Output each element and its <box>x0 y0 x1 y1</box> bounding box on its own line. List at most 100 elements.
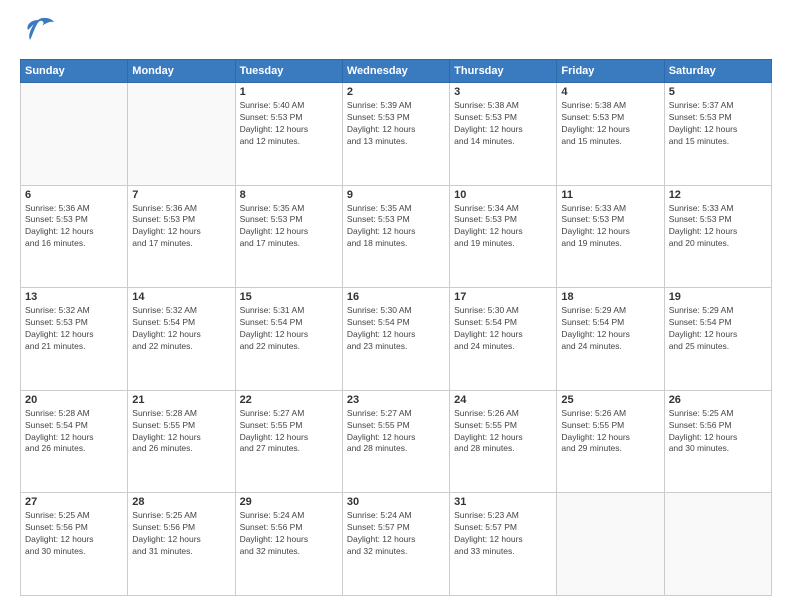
calendar-cell: 3 Sunrise: 5:38 AM Sunset: 5:53 PM Daylig… <box>450 83 557 186</box>
day-info: Sunrise: 5:25 AM Sunset: 5:56 PM Dayligh… <box>25 510 123 558</box>
calendar-cell: 15 Sunrise: 5:31 AM Sunset: 5:54 PM Dayli… <box>235 288 342 391</box>
calendar-cell: 14Sunrise: 5:32 AM Sunset: 5:54 PM Dayli… <box>128 288 235 391</box>
day-number: 8 <box>240 189 338 201</box>
day-info: Sunrise: 5:29 AM Sunset: 5:54 PM Dayligh… <box>669 305 767 353</box>
day-info: Sunrise: 5:35 AM Sunset: 5:53 PM Dayligh… <box>347 203 445 251</box>
week-row-4: 20 Sunrise: 5:28 AM Sunset: 5:54 PM Dayli… <box>21 390 772 493</box>
calendar-cell: 31 Sunrise: 5:23 AM Sunset: 5:57 PM Dayli… <box>450 493 557 596</box>
day-info: Sunrise: 5:38 AM Sunset: 5:53 PM Dayligh… <box>454 100 552 148</box>
weekday-header-row: SundayMondayTuesdayWednesdayThursdayFrid… <box>21 60 772 83</box>
calendar-cell: 16 Sunrise: 5:30 AM Sunset: 5:54 PM Dayli… <box>342 288 449 391</box>
calendar-cell: 24 Sunrise: 5:26 AM Sunset: 5:55 PM Dayli… <box>450 390 557 493</box>
calendar-cell: 13 Sunrise: 5:32 AM Sunset: 5:53 PM Dayli… <box>21 288 128 391</box>
day-info: Sunrise: 5:31 AM Sunset: 5:54 PM Dayligh… <box>240 305 338 353</box>
calendar-cell: 23 Sunrise: 5:27 AM Sunset: 5:55 PM Dayli… <box>342 390 449 493</box>
day-number: 11 <box>561 189 659 201</box>
day-number: 12 <box>669 189 767 201</box>
week-row-2: 6 Sunrise: 5:36 AM Sunset: 5:53 PM Daylig… <box>21 185 772 288</box>
page: SundayMondayTuesdayWednesdayThursdayFrid… <box>0 0 792 612</box>
logo <box>20 16 54 49</box>
weekday-header-thursday: Thursday <box>450 60 557 83</box>
day-info: Sunrise: 5:32 AM Sunset: 5:53 PM Dayligh… <box>25 305 123 353</box>
calendar-cell: 8Sunrise: 5:35 AM Sunset: 5:53 PM Daylig… <box>235 185 342 288</box>
calendar-cell: 1 Sunrise: 5:40 AM Sunset: 5:53 PM Daylig… <box>235 83 342 186</box>
day-info: Sunrise: 5:24 AM Sunset: 5:56 PM Dayligh… <box>240 510 338 558</box>
day-info: Sunrise: 5:27 AM Sunset: 5:55 PM Dayligh… <box>347 408 445 456</box>
day-number: 17 <box>454 291 552 303</box>
day-info: Sunrise: 5:24 AM Sunset: 5:57 PM Dayligh… <box>347 510 445 558</box>
day-number: 19 <box>669 291 767 303</box>
day-info: Sunrise: 5:29 AM Sunset: 5:54 PM Dayligh… <box>561 305 659 353</box>
day-info: Sunrise: 5:34 AM Sunset: 5:53 PM Dayligh… <box>454 203 552 251</box>
weekday-header-sunday: Sunday <box>21 60 128 83</box>
calendar-cell: 9 Sunrise: 5:35 AM Sunset: 5:53 PM Daylig… <box>342 185 449 288</box>
day-info: Sunrise: 5:33 AM Sunset: 5:53 PM Dayligh… <box>561 203 659 251</box>
day-number: 30 <box>347 496 445 508</box>
day-info: Sunrise: 5:25 AM Sunset: 5:56 PM Dayligh… <box>669 408 767 456</box>
day-info: Sunrise: 5:36 AM Sunset: 5:53 PM Dayligh… <box>132 203 230 251</box>
day-number: 20 <box>25 394 123 406</box>
day-info: Sunrise: 5:26 AM Sunset: 5:55 PM Dayligh… <box>561 408 659 456</box>
calendar-cell: 20 Sunrise: 5:28 AM Sunset: 5:54 PM Dayli… <box>21 390 128 493</box>
day-number: 31 <box>454 496 552 508</box>
day-info: Sunrise: 5:40 AM Sunset: 5:53 PM Dayligh… <box>240 100 338 148</box>
day-number: 9 <box>347 189 445 201</box>
calendar-cell: 6 Sunrise: 5:36 AM Sunset: 5:53 PM Daylig… <box>21 185 128 288</box>
calendar-cell <box>557 493 664 596</box>
day-number: 3 <box>454 86 552 98</box>
day-number: 4 <box>561 86 659 98</box>
day-info: Sunrise: 5:32 AM Sunset: 5:54 PM Dayligh… <box>132 305 230 353</box>
day-number: 29 <box>240 496 338 508</box>
day-number: 15 <box>240 291 338 303</box>
day-info: Sunrise: 5:26 AM Sunset: 5:55 PM Dayligh… <box>454 408 552 456</box>
day-info: Sunrise: 5:28 AM Sunset: 5:54 PM Dayligh… <box>25 408 123 456</box>
week-row-3: 13 Sunrise: 5:32 AM Sunset: 5:53 PM Dayli… <box>21 288 772 391</box>
calendar-cell: 4Sunrise: 5:38 AM Sunset: 5:53 PM Daylig… <box>557 83 664 186</box>
day-number: 26 <box>669 394 767 406</box>
calendar-cell: 29 Sunrise: 5:24 AM Sunset: 5:56 PM Dayli… <box>235 493 342 596</box>
calendar-cell: 27Sunrise: 5:25 AM Sunset: 5:56 PM Dayli… <box>21 493 128 596</box>
day-number: 22 <box>240 394 338 406</box>
calendar-cell: 2 Sunrise: 5:39 AM Sunset: 5:53 PM Daylig… <box>342 83 449 186</box>
calendar-cell: 12 Sunrise: 5:33 AM Sunset: 5:53 PM Dayli… <box>664 185 771 288</box>
day-number: 13 <box>25 291 123 303</box>
day-info: Sunrise: 5:39 AM Sunset: 5:53 PM Dayligh… <box>347 100 445 148</box>
day-info: Sunrise: 5:30 AM Sunset: 5:54 PM Dayligh… <box>454 305 552 353</box>
weekday-header-friday: Friday <box>557 60 664 83</box>
day-number: 10 <box>454 189 552 201</box>
calendar-cell: 30 Sunrise: 5:24 AM Sunset: 5:57 PM Dayli… <box>342 493 449 596</box>
calendar-cell: 28 Sunrise: 5:25 AM Sunset: 5:56 PM Dayli… <box>128 493 235 596</box>
week-row-1: 1 Sunrise: 5:40 AM Sunset: 5:53 PM Daylig… <box>21 83 772 186</box>
weekday-header-wednesday: Wednesday <box>342 60 449 83</box>
day-number: 16 <box>347 291 445 303</box>
week-row-5: 27Sunrise: 5:25 AM Sunset: 5:56 PM Dayli… <box>21 493 772 596</box>
day-number: 1 <box>240 86 338 98</box>
weekday-header-monday: Monday <box>128 60 235 83</box>
day-number: 24 <box>454 394 552 406</box>
day-number: 28 <box>132 496 230 508</box>
day-info: Sunrise: 5:36 AM Sunset: 5:53 PM Dayligh… <box>25 203 123 251</box>
calendar-cell <box>128 83 235 186</box>
day-info: Sunrise: 5:37 AM Sunset: 5:53 PM Dayligh… <box>669 100 767 148</box>
day-number: 2 <box>347 86 445 98</box>
day-number: 6 <box>25 189 123 201</box>
day-info: Sunrise: 5:25 AM Sunset: 5:56 PM Dayligh… <box>132 510 230 558</box>
logo-bird-icon <box>22 16 54 49</box>
calendar-cell: 7Sunrise: 5:36 AM Sunset: 5:53 PM Daylig… <box>128 185 235 288</box>
day-number: 25 <box>561 394 659 406</box>
calendar-cell: 10 Sunrise: 5:34 AM Sunset: 5:53 PM Dayli… <box>450 185 557 288</box>
weekday-header-tuesday: Tuesday <box>235 60 342 83</box>
calendar-cell: 11 Sunrise: 5:33 AM Sunset: 5:53 PM Dayli… <box>557 185 664 288</box>
calendar-table: SundayMondayTuesdayWednesdayThursdayFrid… <box>20 59 772 596</box>
day-number: 23 <box>347 394 445 406</box>
day-number: 18 <box>561 291 659 303</box>
day-info: Sunrise: 5:33 AM Sunset: 5:53 PM Dayligh… <box>669 203 767 251</box>
day-info: Sunrise: 5:30 AM Sunset: 5:54 PM Dayligh… <box>347 305 445 353</box>
calendar-cell: 5Sunrise: 5:37 AM Sunset: 5:53 PM Daylig… <box>664 83 771 186</box>
calendar-cell: 26 Sunrise: 5:25 AM Sunset: 5:56 PM Dayli… <box>664 390 771 493</box>
calendar-cell: 19 Sunrise: 5:29 AM Sunset: 5:54 PM Dayli… <box>664 288 771 391</box>
calendar-cell: 17 Sunrise: 5:30 AM Sunset: 5:54 PM Dayli… <box>450 288 557 391</box>
calendar-cell: 18 Sunrise: 5:29 AM Sunset: 5:54 PM Dayli… <box>557 288 664 391</box>
header <box>20 16 772 49</box>
day-info: Sunrise: 5:23 AM Sunset: 5:57 PM Dayligh… <box>454 510 552 558</box>
